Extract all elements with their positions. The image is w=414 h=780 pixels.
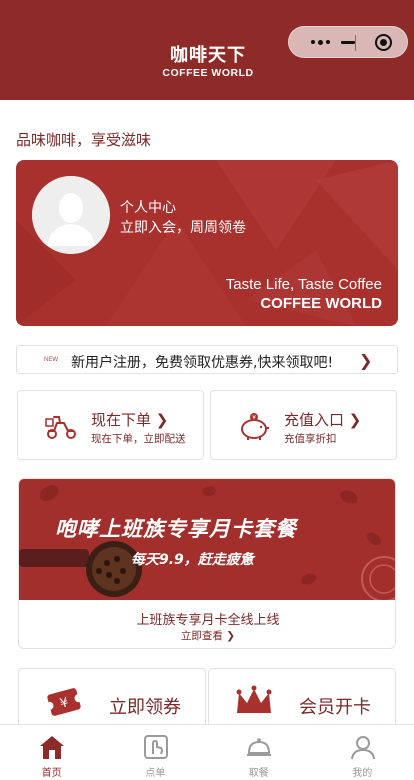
page-slogan: 品味咖啡，享受滋味 <box>16 131 152 149</box>
piggy-bank-icon: ¥ <box>241 413 269 440</box>
notice-text: 新用户注册，免费领取优惠券,快来领取吧! <box>71 355 334 371</box>
get-coupon-card[interactable]: ¥ 立即领券 <box>18 668 206 730</box>
cloche-icon <box>247 738 271 756</box>
promo-title: 上班族专享月卡全线上线 <box>136 613 280 628</box>
more-dots-icon[interactable] <box>299 27 341 57</box>
member-card-label: 会员开卡 <box>299 697 371 718</box>
svg-text:¥: ¥ <box>252 415 256 422</box>
avatar[interactable] <box>32 176 110 254</box>
tab-pickup-label: 取餐 <box>248 768 269 779</box>
get-coupon-label: 立即领券 <box>109 697 181 718</box>
logo-english: COFFEE WORLD <box>162 67 254 79</box>
member-center-card[interactable]: 个人中心 立即入会，周周领卷 Taste Life, Taste Coffee … <box>16 160 398 326</box>
target-close-icon[interactable] <box>375 34 392 51</box>
member-card-open[interactable]: 会员开卡 <box>208 668 396 730</box>
order-now-subtitle: 现在下单，立即配送 <box>91 433 186 445</box>
new-badge: NEW <box>44 357 58 363</box>
member-subtitle: 立即入会，周周领卷 <box>120 220 246 236</box>
logo-chinese: 咖啡天下 <box>170 45 246 66</box>
promo-banner-image: 咆哮上班族专享月卡套餐 每天9.9，赶走疲惫 <box>19 479 395 600</box>
tab-order-label: 点单 <box>145 768 166 779</box>
scooter-icon <box>45 416 76 439</box>
bottom-tab-bar: 首页 点单 取餐 我的 <box>0 724 414 780</box>
member-brand: COFFEE WORLD <box>260 295 382 312</box>
user-icon <box>350 736 375 760</box>
tab-mine-label: 我的 <box>352 768 373 779</box>
recharge-title: 充值入口 ❯ <box>284 411 362 429</box>
coupon-icon: ¥ <box>45 688 83 716</box>
promo-banner-subtitle: 每天9.9，赶走疲惫 <box>131 552 254 568</box>
tab-pickup[interactable]: 取餐 <box>207 725 311 780</box>
order-icon <box>143 735 168 759</box>
tab-mine[interactable]: 我的 <box>311 725 414 780</box>
minimize-icon[interactable] <box>341 41 355 44</box>
capsule-divider <box>355 35 356 51</box>
home-icon <box>40 736 64 759</box>
member-tagline: Taste Life, Taste Coffee <box>225 276 382 293</box>
mini-program-capsule <box>288 26 408 58</box>
recharge-subtitle: 充值享折扣 <box>284 433 337 445</box>
new-user-notice[interactable]: NEW 新用户注册，免费领取优惠券,快来领取吧! ❯ <box>16 345 398 374</box>
tab-home[interactable]: 首页 <box>0 725 104 780</box>
chevron-right-icon: ❯ <box>359 353 373 370</box>
promo-banner-title: 咆哮上班族专享月卡套餐 <box>55 517 297 541</box>
order-now-title: 现在下单 ❯ <box>91 411 169 429</box>
tab-order[interactable]: 点单 <box>104 725 208 780</box>
tab-home-label: 首页 <box>41 768 62 779</box>
promo-view-link[interactable]: 立即查看 ❯ <box>19 628 395 643</box>
member-title: 个人中心 <box>120 200 176 216</box>
recharge-card[interactable]: ¥ 充值入口 ❯ 充值享折扣 <box>210 390 397 460</box>
app-header: 咖啡天下 COFFEE WORLD <box>0 0 414 100</box>
brand-logo: 咖啡天下 COFFEE WORLD <box>150 45 266 80</box>
avatar-placeholder-icon <box>32 176 110 254</box>
order-now-card[interactable]: 现在下单 ❯ 现在下单，立即配送 <box>17 390 204 460</box>
crown-icon <box>236 685 272 713</box>
monthly-card-promo[interactable]: 咆哮上班族专享月卡套餐 每天9.9，赶走疲惫 上班族专享月卡全线上线 立即查看 … <box>18 478 396 649</box>
